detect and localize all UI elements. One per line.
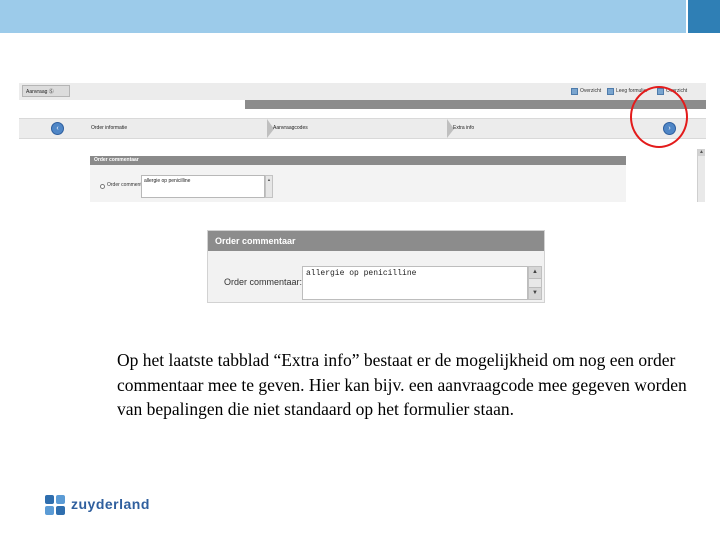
zuyderland-logo: zuyderland <box>45 495 185 517</box>
tab-aanvraag[interactable]: Aanvraag Ⓢ <box>22 85 70 97</box>
next-button-highlight-circle <box>630 86 688 148</box>
slide-top-bar <box>0 0 720 33</box>
scroll-up-icon: ▲ <box>267 177 271 182</box>
step-order-informatie[interactable]: Order informatie <box>87 119 269 138</box>
scroll-down-icon[interactable]: ▼ <box>529 287 541 299</box>
toolbar-label: Overzicht <box>580 88 602 94</box>
section-header: Order commentaar <box>90 156 626 165</box>
comment-textarea[interactable]: allergie op penicilline <box>141 175 265 198</box>
page-scrollbar[interactable]: ▲ <box>697 149 705 202</box>
slide-corner-accent <box>686 0 720 33</box>
app-screenshot: Aanvraag Ⓢ Overzicht Leeg formulier Over… <box>19 83 706 202</box>
app-toolbar: Aanvraag Ⓢ Overzicht Leeg formulier Over… <box>19 83 706 101</box>
form-icon <box>607 88 614 95</box>
step-extra-info[interactable]: Extra info <box>449 119 639 138</box>
zoomed-comment-panel: Order commentaar Order commentaar: aller… <box>207 230 545 303</box>
logo-mark-icon <box>45 495 66 516</box>
arrow-left-icon: ‹ <box>56 125 59 132</box>
comment-radio[interactable] <box>100 184 105 189</box>
panel-label: Order commentaar: <box>224 277 303 287</box>
step-navigation: ‹ Order informatie Aanvraagcodes Extra i… <box>19 118 706 139</box>
previous-step-button[interactable]: ‹ <box>51 122 64 135</box>
panel-textarea-scrollbar[interactable]: ▲ ▼ <box>528 266 542 300</box>
overview-icon <box>571 88 578 95</box>
scroll-up-icon: ▲ <box>698 149 705 156</box>
comment-textarea-scrollbar[interactable]: ▲ <box>265 175 273 198</box>
panel-comment-textarea[interactable]: allergie op penicilline <box>302 266 528 300</box>
logo-text: zuyderland <box>71 496 150 512</box>
slide-caption: Op het laatste tabblad “Extra info” best… <box>117 350 687 419</box>
step-aanvraagcodes[interactable]: Aanvraagcodes <box>269 119 449 138</box>
toolbar-button-overzicht[interactable]: Overzicht <box>571 86 601 97</box>
panel-header: Order commentaar <box>208 231 544 251</box>
scroll-up-icon[interactable]: ▲ <box>529 267 541 279</box>
